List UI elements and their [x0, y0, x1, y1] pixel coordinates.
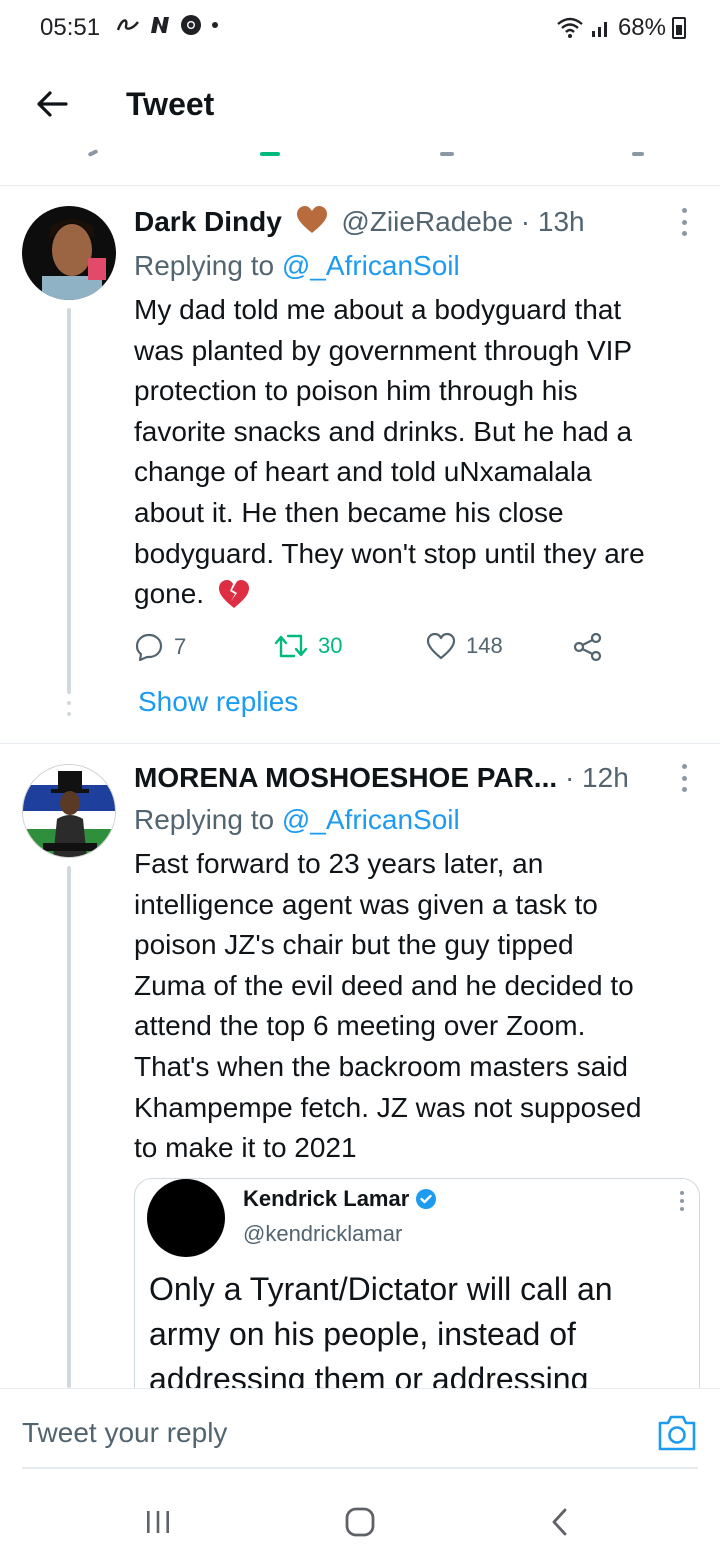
- arrow-left-icon: [37, 91, 68, 117]
- timestamp: 13h: [537, 206, 585, 237]
- status-bar: 05:51 68%: [0, 0, 720, 60]
- display-name[interactable]: MORENA MOSHOESHOE PAR...: [134, 762, 557, 793]
- tweet-line: protection to poison him through his: [134, 375, 578, 407]
- dot-icon: [212, 22, 218, 28]
- tweet-line: about it. He then became his close: [134, 496, 564, 528]
- retweet-count: 30: [318, 633, 343, 658]
- retweet-button[interactable]: 30: [274, 632, 342, 660]
- home-icon: [345, 1507, 375, 1537]
- tweet-header: MORENA MOSHOESHOE PAR... · 12h: [134, 762, 629, 794]
- status-time: 05:51: [40, 14, 101, 41]
- tweet-text: Fast forward to 23 years later, an intel…: [134, 844, 704, 1169]
- like-count: 148: [466, 633, 503, 658]
- wifi-icon: [557, 17, 583, 38]
- mention-link[interactable]: @_AfricanSoil: [282, 250, 460, 281]
- embed-avatar: [147, 1179, 225, 1257]
- tweet-line: was planted by government through VIP: [134, 334, 633, 366]
- show-replies-link[interactable]: Show replies: [138, 686, 298, 718]
- tweet-line: gone.: [134, 578, 205, 610]
- camera-button[interactable]: [656, 1413, 698, 1455]
- embed-line: army on his people, instead of: [149, 1316, 576, 1352]
- reply-input[interactable]: Tweet your reply: [22, 1417, 227, 1449]
- partial-action-mark: [632, 152, 644, 156]
- notification-icons: [116, 14, 220, 36]
- recent-apps-icon: [147, 1511, 169, 1533]
- tweet-line-last: gone.: [134, 574, 704, 615]
- more-options-button[interactable]: [676, 208, 692, 236]
- battery-icon: [672, 17, 686, 39]
- time-separator: ·: [564, 762, 583, 793]
- signal-icon: [591, 22, 607, 37]
- battery-percent: 68%: [617, 14, 666, 41]
- like-button[interactable]: 148: [426, 632, 503, 660]
- tweet-line: My dad told me about a bodyguard that: [134, 294, 622, 325]
- tweet-line: That's when the backroom masters said: [134, 1050, 629, 1082]
- reply-count: 7: [174, 634, 187, 659]
- back-button[interactable]: [30, 82, 74, 126]
- system-nav-bar: [0, 1480, 720, 1560]
- replying-to: Replying to @_AfricanSoil: [134, 804, 460, 836]
- thread-dots: [66, 690, 72, 716]
- verified-badge-icon: [416, 1189, 437, 1209]
- replying-label: Replying to: [134, 250, 275, 281]
- tweet-line: bodyguard. They won't stop until they ar…: [134, 537, 645, 569]
- chevron-left-icon: [552, 1508, 567, 1536]
- tweet-line: attend the top 6 meeting over Zoom.: [134, 1010, 586, 1042]
- tweet-line: poison JZ's chair but the guy tipped: [134, 929, 574, 961]
- tweet-line: Khampempe fetch. JZ was not supposed: [134, 1091, 642, 1123]
- embed-display-name: Kendrick Lamar: [243, 1186, 437, 1212]
- broken-heart-icon: [218, 580, 249, 609]
- share-button[interactable]: [572, 632, 604, 662]
- tweet-text: My dad told me about a bodyguard that wa…: [134, 290, 704, 615]
- tweet-line: intelligence agent was given a task to: [134, 888, 598, 920]
- avatar[interactable]: [22, 206, 116, 300]
- reply-input-underline: [22, 1467, 698, 1469]
- embed-text: Only a Tyrant/Dictator will call an army…: [149, 1267, 689, 1402]
- retweet-icon: [274, 634, 308, 658]
- comment-icon: [135, 633, 163, 662]
- tweet-line: favorite snacks and drinks. But he had a: [134, 415, 633, 447]
- tweet-header: Dark Dindy @ZiieRadebe · 13h: [134, 206, 585, 238]
- replying-label: Replying to: [134, 804, 275, 835]
- brown-heart-icon: [296, 206, 327, 233]
- tweet-line: to make it to 2021: [134, 1132, 357, 1164]
- embed-line: Only a Tyrant/Dictator will call an: [149, 1271, 613, 1307]
- home-button[interactable]: [338, 1500, 382, 1544]
- handle[interactable]: @ZiieRadebe: [341, 206, 513, 237]
- tweet-line: Fast forward to 23 years later, an: [134, 848, 544, 879]
- partial-action-mark: [440, 152, 454, 156]
- system-back-button[interactable]: [538, 1500, 582, 1544]
- thread-line: [67, 308, 71, 692]
- time-separator: ·: [520, 206, 538, 237]
- thread-line: [67, 866, 71, 1388]
- avatar[interactable]: [22, 764, 116, 858]
- status-right: 68%: [556, 14, 686, 42]
- app-header: Tweet: [0, 60, 720, 152]
- timestamp: 12h: [582, 762, 629, 793]
- tweet-line: Zuma of the evil deed and he decided to: [134, 969, 634, 1001]
- embed-handle: @kendricklamar: [243, 1221, 403, 1246]
- tweet-line: change of heart and told uNxamalala: [134, 456, 592, 488]
- previous-tweet-actions-partial: [0, 149, 720, 186]
- share-icon: [573, 632, 602, 662]
- chrome-icon: [181, 15, 201, 35]
- recent-apps-button[interactable]: [136, 1500, 180, 1544]
- swirl-icon: [116, 19, 139, 31]
- replying-to: Replying to @_AfricanSoil: [134, 250, 460, 282]
- reply-composer: Tweet your reply: [0, 1388, 720, 1478]
- page-title: Tweet: [126, 86, 215, 122]
- more-options-button[interactable]: [676, 764, 692, 792]
- partial-action-mark: [260, 152, 280, 156]
- embed-name-text: Kendrick Lamar: [243, 1186, 410, 1211]
- mention-link[interactable]: @_AfricanSoil: [282, 804, 460, 835]
- tweet-actions: 7 30 148: [134, 632, 634, 666]
- embed-more-icon: [677, 1191, 687, 1211]
- reply-button[interactable]: 7: [134, 632, 186, 662]
- display-name[interactable]: Dark Dindy: [134, 206, 282, 237]
- camera-icon: [658, 1415, 696, 1451]
- n-app-icon: [151, 17, 169, 33]
- tweet-dark-dindy[interactable]: Dark Dindy @ZiieRadebe · 13h Replying to…: [0, 186, 720, 742]
- heart-outline-icon: [426, 632, 456, 660]
